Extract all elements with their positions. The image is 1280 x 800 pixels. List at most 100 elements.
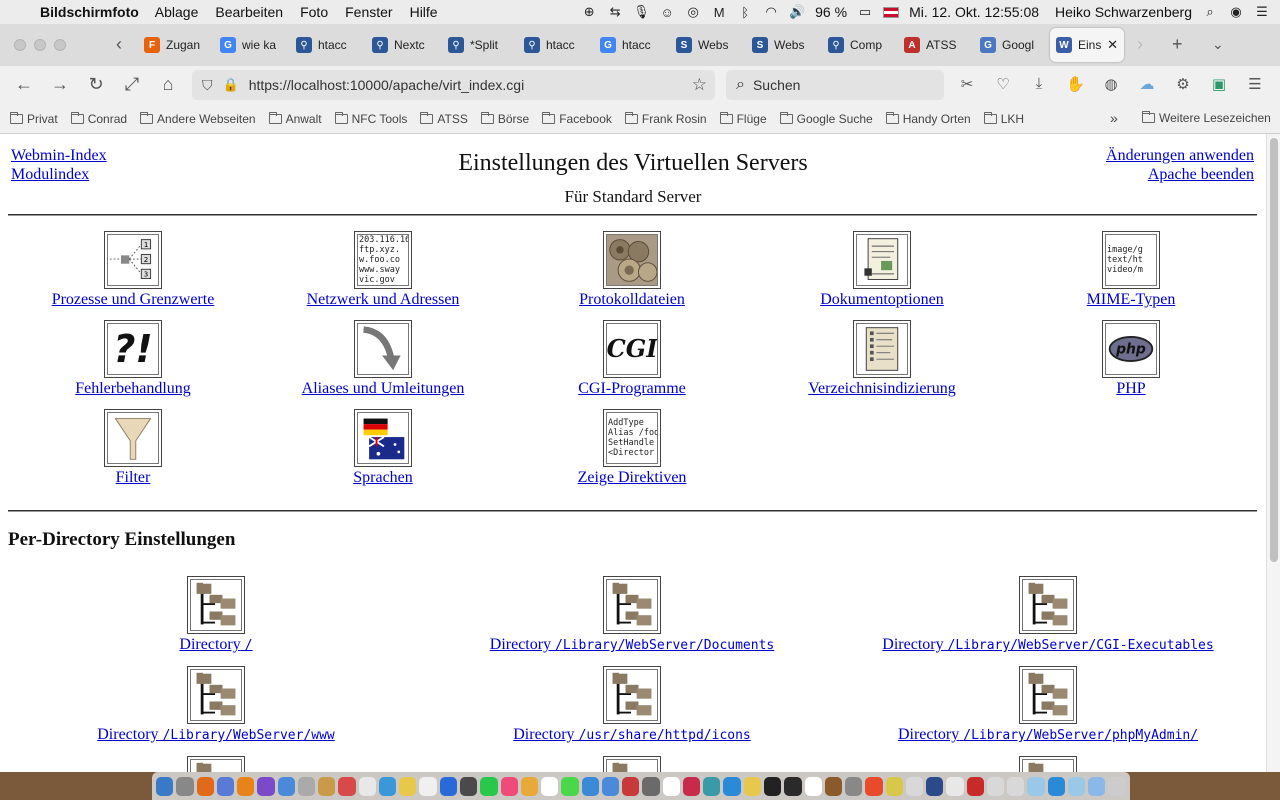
cgi-icon[interactable]: CGI [603,320,661,378]
tab-scroll-right-icon[interactable]: › [1137,34,1143,55]
close-tab-icon[interactable]: ✕ [1107,37,1118,53]
zoom-window-icon[interactable] [54,39,66,51]
menu-bearbeiten[interactable]: Bearbeiten [215,4,283,20]
clock[interactable]: Mi. 12. Okt. 12:55:08 [909,4,1039,20]
folder-tree-icon[interactable] [603,576,661,634]
dock-app-icon[interactable] [905,776,924,796]
page-scrollbar[interactable] [1266,134,1280,772]
tab-4[interactable]: ⚲ *Split [442,28,518,62]
config-item-6[interactable]: Aliases und Umleitungen [258,320,508,398]
dock-app-icon[interactable] [1007,776,1025,796]
pocket-icon[interactable]: ♡ [994,75,1012,93]
dock-app-icon[interactable] [297,776,316,796]
folder-tree-icon[interactable] [187,666,245,724]
config-item-0[interactable]: 1 2 3 Prozesse und Grenzwerte [8,231,258,309]
tab-1[interactable]: Gwie ka [214,28,290,62]
dock-app-icon[interactable] [156,776,174,796]
screenshot-scissors-icon[interactable]: ✂ [958,75,976,93]
dock-app-icon[interactable] [500,776,518,796]
tab-8[interactable]: S Webs [746,28,822,62]
dock-app-icon[interactable] [986,776,1005,796]
downloads-icon[interactable]: ⤓ [1030,75,1048,92]
config-item-5[interactable]: ?! Fehlerbehandlung [8,320,258,398]
extension-circle-icon[interactable]: ◍ [1102,75,1120,93]
menu-foto[interactable]: Foto [300,4,328,20]
directory-link[interactable]: Directory /Library/WebServer/phpMyAdmin/ [898,726,1198,743]
directory-item-4[interactable]: Directory /usr/share/httpd/icons [432,666,832,744]
process-limits-icon[interactable]: 1 2 3 [104,231,162,289]
config-item-label[interactable]: Aliases und Umleitungen [302,380,465,397]
scrollbar-thumb[interactable] [1270,138,1278,562]
dock-app-icon[interactable] [946,776,964,796]
folder-tree-icon[interactable] [1019,666,1077,724]
mime-types-icon[interactable]: image/g text/ht video/m [1102,231,1160,289]
config-item-8[interactable]: Verzeichnisindizierung [757,320,1007,398]
directory-link[interactable]: Directory /Library/WebServer/Documents [490,636,774,653]
dock-app-icon[interactable] [784,776,802,796]
dock-app-icon[interactable] [318,776,336,796]
config-item-9[interactable]: php PHP [1006,320,1256,398]
tab-scroll-left-icon[interactable]: ‹ [116,34,122,55]
folder-tree-icon[interactable] [187,576,245,634]
dock-app-icon[interactable] [763,776,782,796]
tab-3[interactable]: ⚲ Nextc [366,28,442,62]
dock-app-icon[interactable] [845,776,863,796]
dock-app-icon[interactable] [622,776,640,796]
directory-item-2[interactable]: Directory /Library/WebServer/CGI-Executa… [848,576,1248,654]
battery-icon[interactable]: ▭ [857,4,873,20]
directives-icon[interactable]: AddType Alias /foo SetHandle <Director [603,409,661,467]
config-item-label[interactable]: Protokolldateien [579,291,685,308]
log-files-icon[interactable] [603,231,661,289]
directory-item-partial[interactable] [16,756,416,772]
bookmark-11[interactable]: Handy Orten [885,111,971,126]
document-options-icon[interactable] [853,231,911,289]
dock-app-icon[interactable] [966,776,984,796]
tab-7[interactable]: S Webs [670,28,746,62]
notification-center-icon[interactable]: ☰ [1254,4,1270,20]
bluetooth-icon[interactable]: ᛒ [737,5,753,20]
battery-percent[interactable]: 96 % [815,4,847,20]
folder-tree-icon[interactable] [187,756,245,772]
dock-app-icon[interactable] [662,776,680,796]
config-item-label[interactable]: MIME-Typen [1087,291,1176,308]
directory-link[interactable]: Directory /Library/WebServer/CGI-Executa… [882,636,1213,653]
config-item-label[interactable]: PHP [1116,380,1145,397]
config-item-label[interactable]: CGI-Programme [578,380,686,397]
menu-hilfe[interactable]: Hilfe [410,4,438,20]
dock-app-icon[interactable] [1108,776,1126,796]
dock-app-icon[interactable] [277,776,295,796]
minimize-window-icon[interactable] [34,39,46,51]
bookmark-5[interactable]: ATSS [420,111,468,126]
tab-list-chevron-down-icon[interactable]: ⌄ [1212,36,1224,53]
directory-link[interactable]: Directory /usr/share/httpd/icons [513,726,751,743]
close-window-icon[interactable] [14,39,26,51]
bookmark-4[interactable]: NFC Tools [334,111,407,126]
back-arrow-icon[interactable]: ← [13,74,35,95]
directory-item-0[interactable]: Directory / [16,576,416,654]
dock-app-icon[interactable] [926,776,944,796]
malwarebytes-icon[interactable]: M [711,5,727,20]
tab-11[interactable]: G Googl [974,28,1050,62]
reload-icon[interactable]: ↻ [85,74,107,95]
dock-app-icon[interactable] [520,776,539,796]
dock-app-icon[interactable] [1067,776,1086,796]
directory-item-3[interactable]: Directory /Library/WebServer/www [16,666,416,744]
config-item-label[interactable]: Sprachen [353,469,413,486]
error-handling-icon[interactable]: ?! [104,320,162,378]
config-item-label[interactable]: Verzeichnisindizierung [808,380,956,397]
bookmark-0[interactable]: Privat [10,111,58,126]
bookmark-1[interactable]: Conrad [70,111,127,126]
dock-app-icon[interactable] [338,776,356,796]
config-item-1[interactable]: 203.116.16 ftp.xyz. w.foo.co www.sway vi… [258,231,508,309]
config-item-label[interactable]: Netzwerk und Adressen [307,291,460,308]
spotlight-search-icon[interactable]: ⌕ [1202,4,1218,20]
dock-app-icon[interactable] [176,776,194,796]
php-icon[interactable]: php [1102,320,1160,378]
folder-tree-icon[interactable] [1019,756,1077,772]
config-item-7[interactable]: CGI CGI-Programme [507,320,757,398]
dock-app-icon[interactable] [824,776,843,796]
settings-gear-icon[interactable]: ⚙ [1174,75,1192,93]
menu-fenster[interactable]: Fenster [345,4,392,20]
new-tab-icon[interactable]: + [1172,34,1183,55]
dock-app-icon[interactable] [439,776,457,796]
